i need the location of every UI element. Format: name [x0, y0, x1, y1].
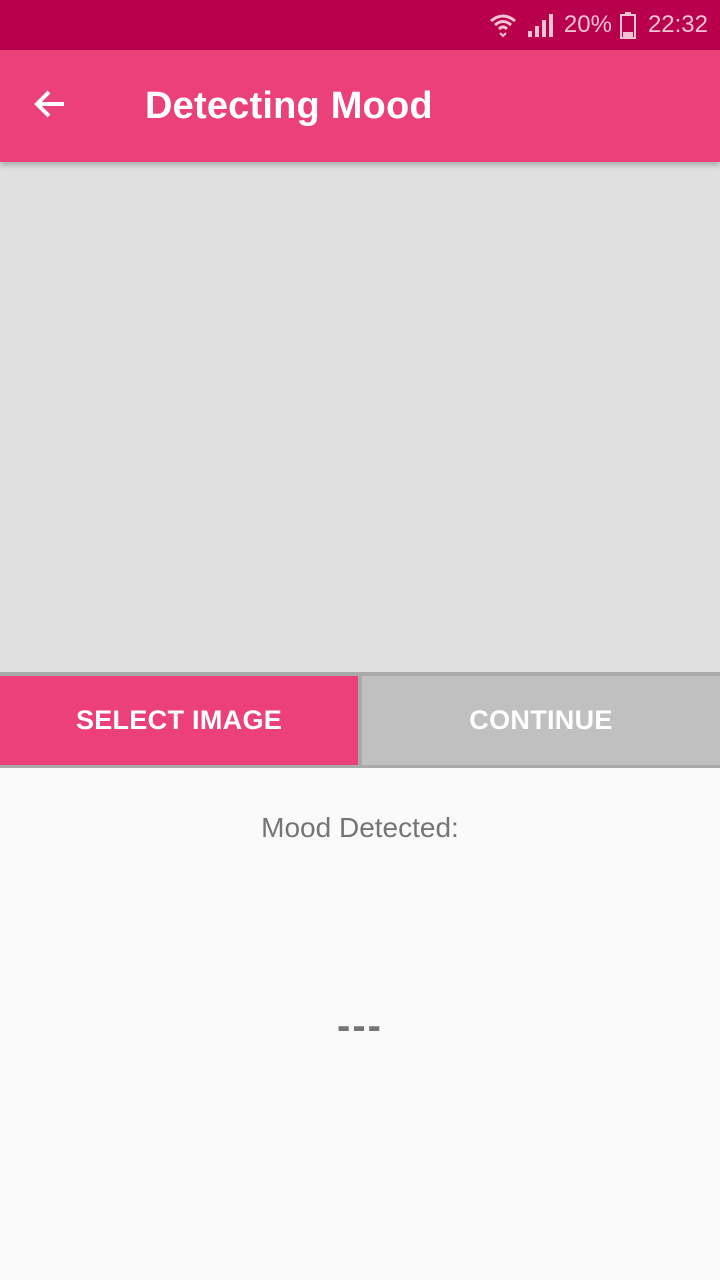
status-bar: 20% 22:32: [0, 0, 720, 50]
signal-icon: [526, 11, 554, 39]
result-panel: Mood Detected: ---: [0, 768, 720, 1280]
battery-icon: [619, 11, 636, 39]
back-button[interactable]: [22, 78, 78, 134]
status-icons: 20% 22:32: [488, 0, 708, 50]
image-preview: [0, 162, 720, 672]
app-bar: Detecting Mood: [0, 50, 720, 162]
page-title: Detecting Mood: [145, 85, 433, 127]
wifi-icon: [488, 10, 518, 40]
continue-button[interactable]: CONTINUE: [362, 676, 720, 765]
mood-detected-label: Mood Detected:: [261, 812, 459, 843]
battery-percent: 20%: [563, 11, 612, 38]
mood-value: ---: [337, 1004, 383, 1048]
select-image-button[interactable]: SELECT IMAGE: [0, 676, 358, 765]
arrow-left-icon: [30, 84, 70, 129]
action-buttons: SELECT IMAGE CONTINUE: [0, 672, 720, 768]
clock: 22:32: [647, 11, 708, 38]
